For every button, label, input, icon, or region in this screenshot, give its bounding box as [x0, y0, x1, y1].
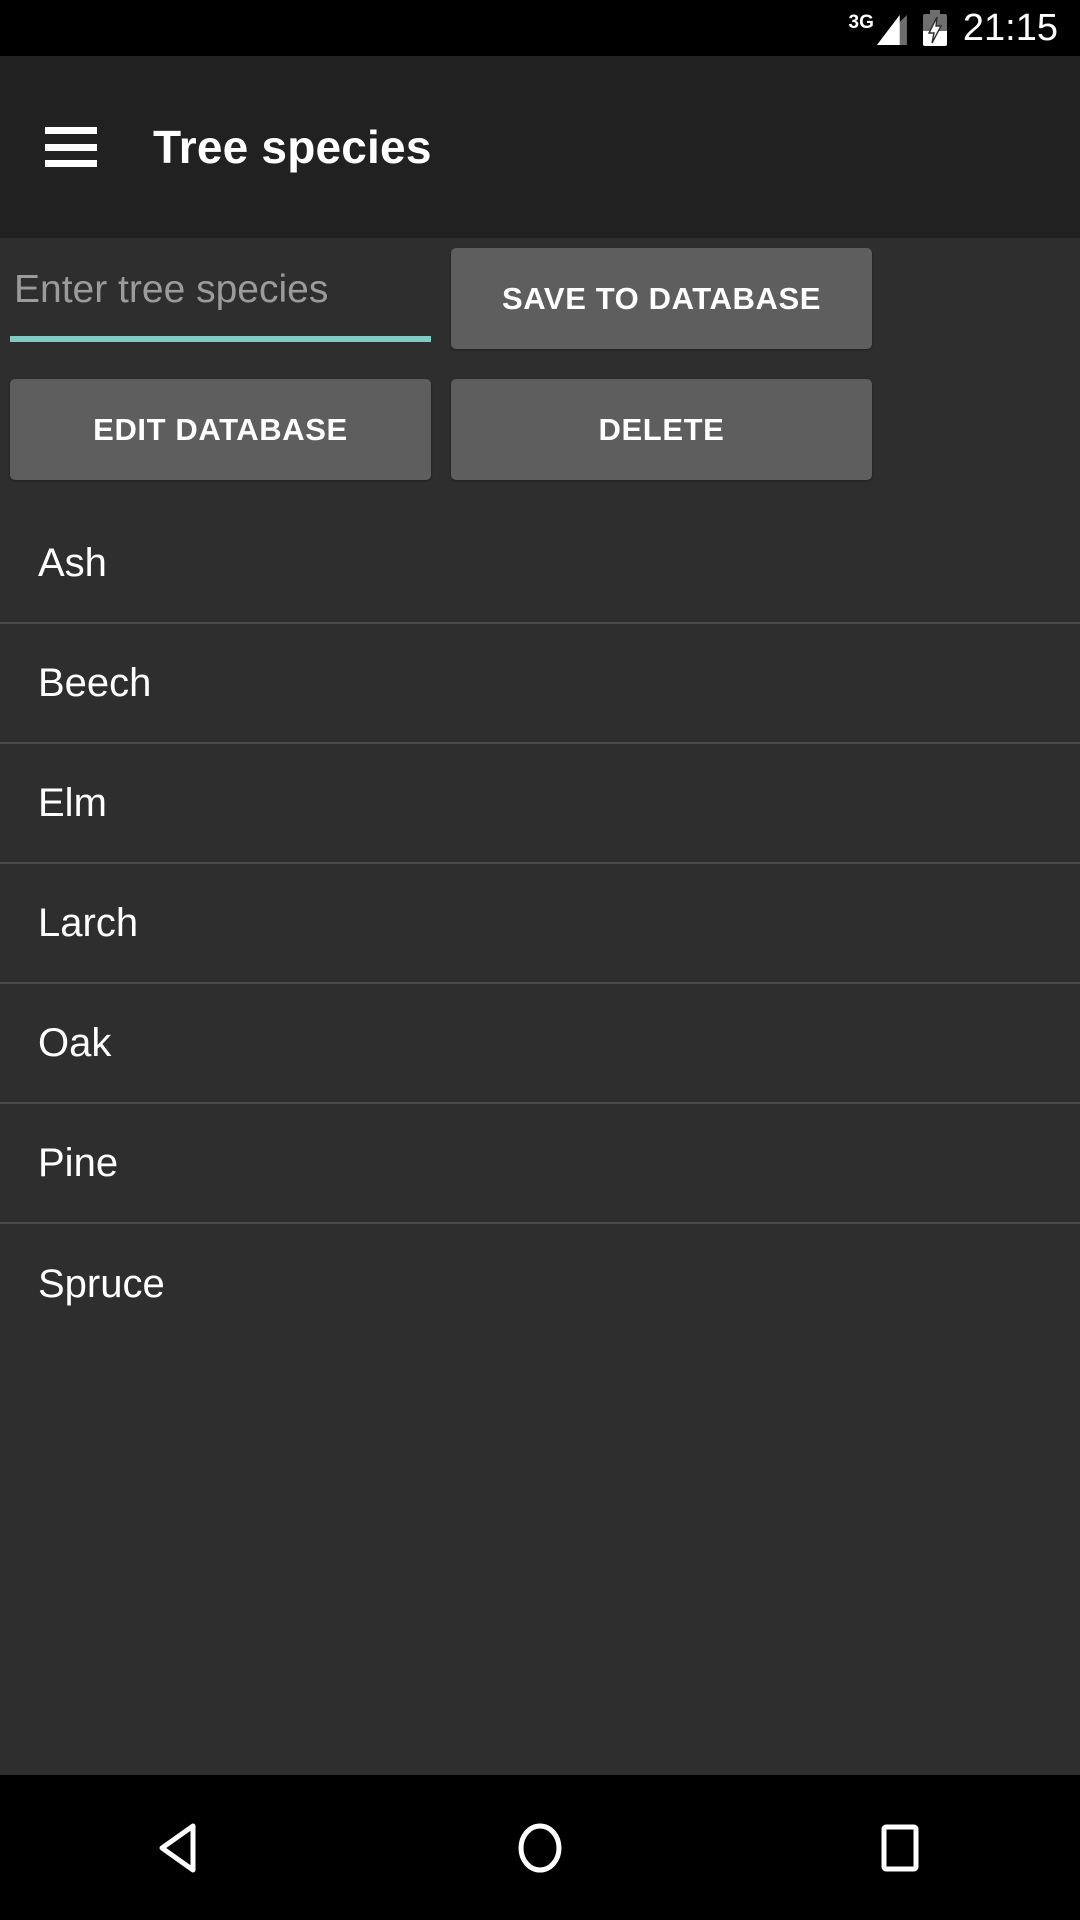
status-bar: 3G 21:15	[0, 0, 1080, 56]
page-title: Tree species	[153, 121, 432, 173]
list-item[interactable]: Oak	[0, 984, 1080, 1104]
recents-square-icon[interactable]	[800, 1775, 1000, 1920]
signal-bars-icon: 3G	[849, 11, 907, 45]
list-item[interactable]: Pine	[0, 1104, 1080, 1224]
network-type-label: 3G	[848, 12, 874, 33]
list-item-label: Oak	[38, 1020, 112, 1065]
species-list[interactable]: Ash Beech Elm Larch Oak Pine Spruce	[0, 504, 1080, 1775]
home-circle-icon[interactable]	[440, 1775, 640, 1920]
charging-bolt-icon	[927, 16, 943, 44]
control-row-secondary: EDIT DATABASE DELETE	[10, 379, 1070, 480]
hamburger-bar-bottom	[45, 160, 97, 167]
list-item[interactable]: Larch	[0, 864, 1080, 984]
delete-button[interactable]: DELETE	[451, 379, 872, 480]
list-item-label: Ash	[38, 540, 107, 585]
edit-database-button[interactable]: EDIT DATABASE	[10, 379, 431, 480]
list-item-label: Spruce	[38, 1261, 165, 1306]
species-input-wrapper	[10, 248, 431, 342]
hamburger-bar-top	[45, 127, 97, 134]
phone-screen: 3G 21:15 Tree species Enter tree species…	[0, 0, 1080, 1920]
app-bar: Tree species	[0, 56, 1080, 238]
back-triangle-icon[interactable]	[80, 1775, 280, 1920]
control-row-primary: SAVE TO DATABASE	[10, 248, 1070, 349]
signal-triangle-shape	[876, 15, 907, 45]
android-navigation-bar	[0, 1775, 1080, 1920]
list-item[interactable]: Beech	[0, 624, 1080, 744]
list-item[interactable]: Ash	[0, 504, 1080, 624]
status-bar-right-cluster: 3G 21:15	[849, 9, 1058, 47]
input-accent-underline	[10, 336, 431, 342]
list-item-label: Larch	[38, 900, 139, 945]
save-to-database-button[interactable]: SAVE TO DATABASE	[451, 248, 872, 349]
hamburger-bar-middle	[45, 143, 97, 151]
hamburger-menu-icon[interactable]	[45, 127, 97, 167]
list-item-label: Beech	[38, 660, 152, 705]
home-circle-glyph	[518, 1823, 562, 1872]
battery-charging-icon	[922, 10, 947, 46]
list-item-label: Pine	[38, 1140, 119, 1185]
controls-panel: SAVE TO DATABASE EDIT DATABASE DELETE	[0, 238, 1080, 480]
list-item-label: Elm	[38, 780, 107, 825]
content-area: SAVE TO DATABASE EDIT DATABASE DELETE As…	[0, 238, 1080, 1775]
recents-square-glyph	[881, 1824, 919, 1871]
species-input[interactable]	[10, 252, 431, 336]
back-triangle-glyph	[159, 1823, 196, 1872]
list-item[interactable]: Elm	[0, 744, 1080, 864]
status-bar-clock: 21:15	[962, 7, 1058, 49]
list-item[interactable]: Spruce	[0, 1224, 1080, 1344]
